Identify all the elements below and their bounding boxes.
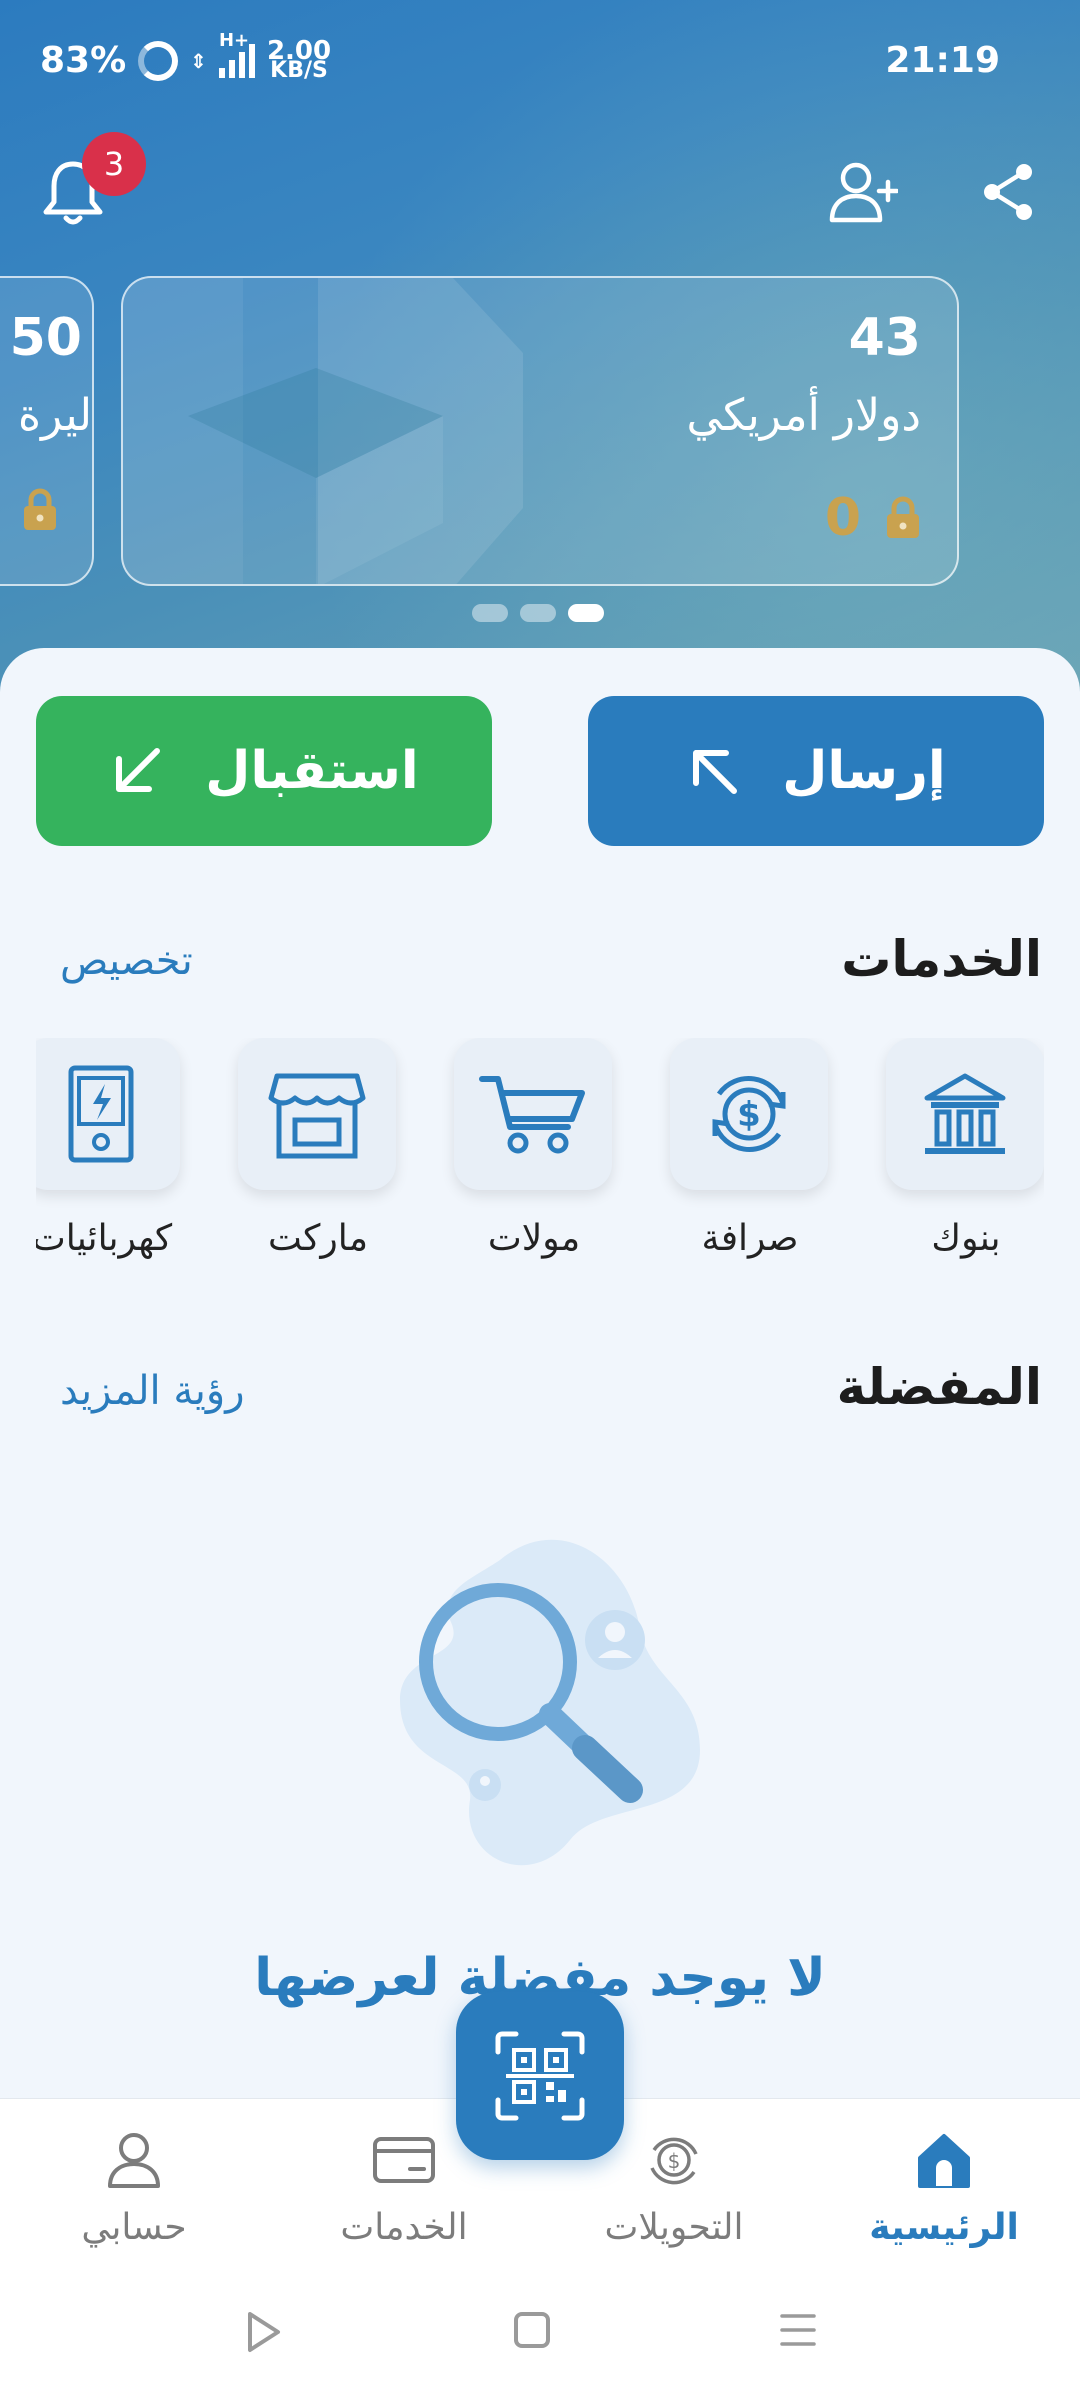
battery-ring-icon (138, 40, 179, 81)
home-square-icon[interactable] (512, 2310, 552, 2350)
nav-label: حسابي (81, 2207, 187, 2248)
network-speed: 2.00 KB/S (267, 38, 331, 83)
system-navigation-bar (0, 2266, 1080, 2400)
network-type: H+ (218, 29, 250, 51)
nav-account[interactable]: حسابي (34, 2127, 234, 2248)
notification-badge: 3 (82, 132, 146, 196)
svg-text:$: $ (668, 2149, 681, 2173)
lock-icon (887, 496, 919, 538)
wallet-amount: 50 (9, 308, 82, 368)
wallet-card[interactable]: 50 ليرة (0, 276, 94, 586)
customize-link[interactable]: تخصيص (60, 938, 193, 984)
wallet-currency: دولار أمريكي (686, 390, 921, 441)
main-content: إرسال استقبال الخدمات تخصيص بنوك $ صرافة… (0, 648, 1080, 2098)
cart-icon (479, 1076, 585, 1154)
receive-button[interactable]: استقبال (36, 696, 492, 846)
network-speed-unit: KB/S (270, 57, 328, 83)
transfers-icon: $ (650, 2137, 698, 2185)
qr-scan-icon (495, 2031, 585, 2121)
carousel-dot-active[interactable] (568, 604, 604, 622)
signal-icon: H+ (218, 30, 255, 78)
wallet-currency: ليرة (17, 390, 92, 441)
back-icon[interactable] (244, 2310, 284, 2354)
store-icon (268, 1073, 366, 1159)
status-bar: 83% ⇕ H+ 2.00 KB/S 21:19 (0, 30, 1080, 90)
empty-search-illustration (400, 1539, 700, 1866)
wallet-card[interactable]: 43 دولار أمريكي 0 (121, 276, 959, 586)
service-item[interactable]: مولات (454, 1038, 614, 1259)
service-label: ماركت (267, 1218, 369, 1259)
service-label: صرافة (701, 1218, 799, 1259)
wallet-locked (22, 488, 58, 532)
person-icon (108, 2133, 160, 2188)
add-user-icon[interactable] (828, 160, 898, 224)
carousel-dot[interactable] (472, 604, 508, 622)
currency-exchange-icon: $ (712, 1076, 786, 1152)
wallet-header: 83% ⇕ H+ 2.00 KB/S 21:19 3 50 ليرة 43 دو… (0, 0, 1080, 700)
send-label: إرسال (782, 741, 946, 801)
service-label: بنوك (931, 1218, 1001, 1259)
wallet-locked: 0 (825, 488, 921, 548)
share-icon[interactable] (980, 162, 1036, 222)
send-button[interactable]: إرسال (588, 696, 1044, 846)
services-list: بنوك $ صرافة مولات ماركت كهربائيات (36, 1038, 1044, 1278)
service-item[interactable]: كهربائيات (36, 1038, 182, 1259)
receive-label: استقبال (205, 741, 419, 801)
clock: 21:19 (885, 40, 1000, 81)
service-label: مولات (487, 1218, 581, 1259)
nav-home[interactable]: الرئيسية (844, 2127, 1044, 2248)
wallet-amount: 43 (848, 308, 921, 368)
nav-label: الرئيسية (869, 2207, 1019, 2248)
arrow-up-left-icon (693, 750, 738, 794)
battery-level: 83% (40, 40, 127, 81)
carousel-dot[interactable] (520, 604, 556, 622)
favorites-title: المفضلة (836, 1358, 1042, 1416)
service-item[interactable]: ماركت (238, 1038, 398, 1259)
electric-meter-icon (68, 1065, 134, 1163)
nav-label: الخدمات (340, 2207, 468, 2248)
services-title: الخدمات (841, 930, 1042, 988)
svg-text:$: $ (737, 1095, 761, 1135)
nav-label: التحويلات (604, 2207, 744, 2248)
service-item[interactable]: بنوك (886, 1038, 1044, 1259)
carousel-indicator (472, 604, 604, 622)
qr-scan-button[interactable] (456, 1992, 624, 2160)
card-icon (373, 2137, 435, 2183)
service-label: كهربائيات (36, 1218, 173, 1259)
bank-icon (924, 1073, 1006, 1154)
lock-icon (24, 488, 56, 530)
menu-icon[interactable] (778, 2310, 818, 2350)
arrow-down-left-icon (116, 748, 161, 792)
see-more-link[interactable]: رؤية المزيد (60, 1368, 245, 1414)
locked-amount: 0 (824, 488, 861, 548)
service-item[interactable]: $ صرافة (670, 1038, 830, 1259)
card-pattern (123, 278, 523, 584)
home-icon (918, 2134, 970, 2188)
network-arrows-icon: ⇕ (190, 48, 207, 73)
